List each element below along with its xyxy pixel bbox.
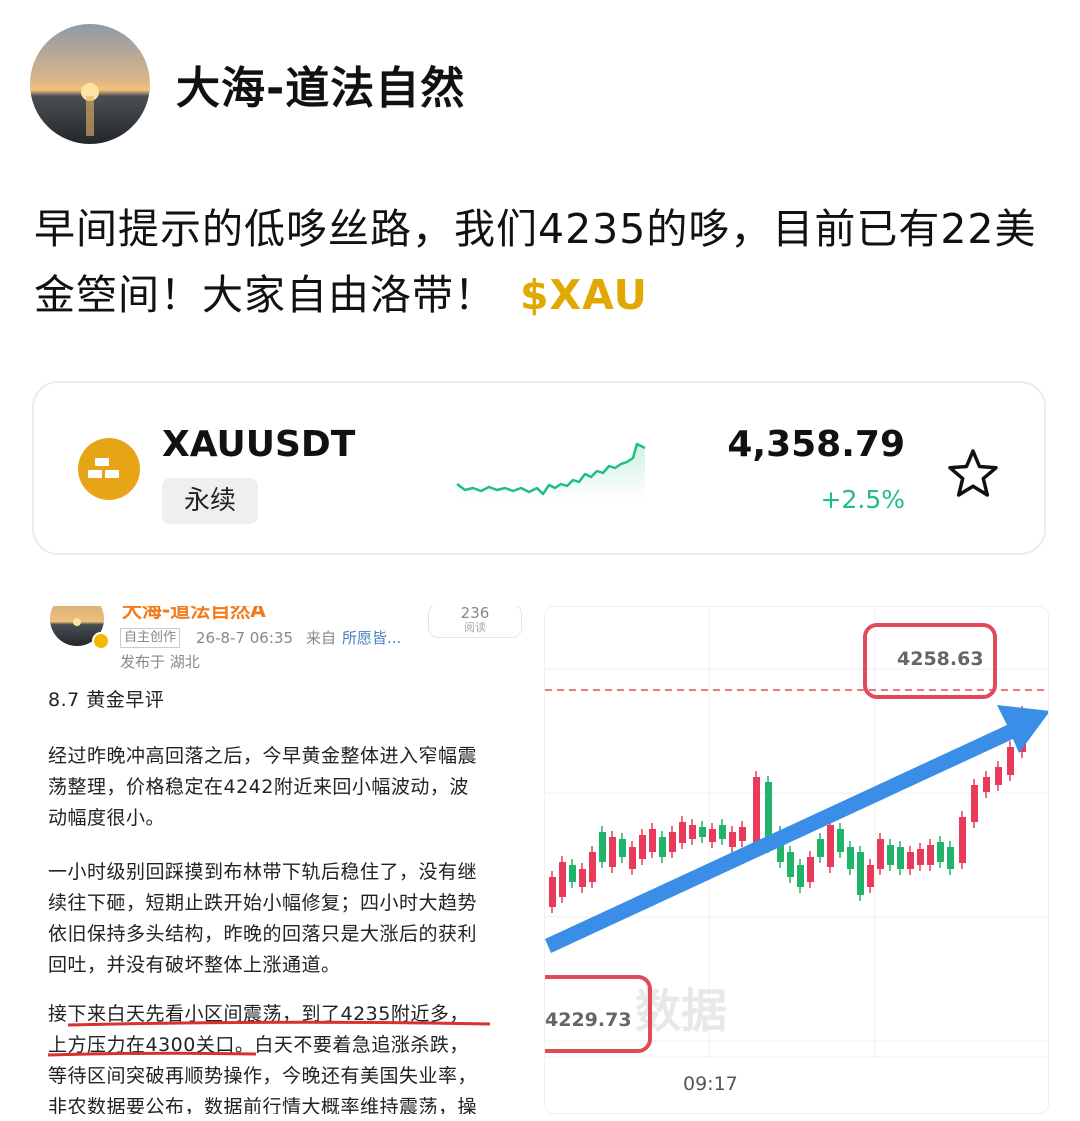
candle-body (579, 869, 586, 887)
candle-body (983, 777, 990, 792)
candle-body (739, 827, 746, 841)
candle-body (569, 865, 576, 882)
candle-body (971, 785, 978, 822)
candle-body (729, 832, 736, 847)
candle-body (589, 852, 596, 882)
candle-body (907, 852, 914, 869)
candle-body (927, 845, 934, 865)
candlestick-chart: 数据 (545, 607, 1048, 1058)
candle-body (847, 847, 854, 869)
candle-body (857, 852, 864, 895)
perpetual-badge: 永续 (162, 478, 258, 524)
candle-body (639, 835, 646, 859)
candle-body (699, 827, 706, 837)
candle-body (807, 857, 814, 882)
last-price: 4,358.79 (727, 424, 905, 465)
candle-body (709, 829, 716, 842)
candle-body (947, 847, 954, 869)
post-content: 早间提示的低哆丝路，我们4235的哆，目前已有22美金箜间！大家自由洛带！ $XA… (34, 196, 1054, 328)
candle-body (549, 877, 556, 907)
post-image-article[interactable]: 大海-道法自然A 236 阅读 自主创作 26-8-7 06:35 来自 所愿皆… (32, 606, 536, 1114)
candle-body (689, 825, 696, 839)
candle-body (659, 837, 666, 857)
candle-body (937, 842, 944, 862)
red-underline-marks (47, 1020, 491, 1057)
candle-body (897, 847, 904, 869)
candle-body (719, 825, 726, 839)
candle-body (887, 845, 894, 865)
candle-body (995, 767, 1002, 785)
candle-body (827, 825, 834, 867)
candle-body (629, 847, 636, 869)
candle-body (599, 832, 606, 862)
favorite-star-icon[interactable] (945, 446, 1001, 502)
candle-body (959, 817, 966, 863)
candle-body (753, 777, 760, 847)
price-change: +2.5% (820, 485, 905, 514)
candle-body (917, 849, 924, 865)
author-avatar[interactable] (30, 24, 150, 144)
ticker-symbol: XAUUSDT (162, 424, 356, 465)
high-price-label: 4258.63 (897, 648, 984, 670)
candle-body (1007, 747, 1014, 775)
xau-tag-link[interactable]: $XAU (520, 271, 648, 319)
candle-body (619, 839, 626, 857)
candle-body (649, 829, 656, 852)
time-axis-label: 09:17 (683, 1073, 738, 1095)
low-price-label: 4229.73 (545, 1009, 632, 1031)
candle-body (797, 865, 804, 887)
candle-body (609, 837, 616, 867)
candle-body (867, 865, 874, 887)
post-image-chart[interactable]: 数据 4258.63 4229.73 09:17 (544, 606, 1049, 1114)
gold-coin-icon (78, 438, 140, 500)
candle-body (679, 822, 686, 843)
candle-body (559, 862, 566, 897)
candle-body (877, 839, 884, 869)
author-name[interactable]: 大海-道法自然 (176, 52, 465, 116)
candle-body (817, 839, 824, 857)
candle-body (787, 852, 794, 877)
trend-arrow (545, 705, 1048, 953)
candle-body (837, 829, 844, 852)
candle-body (669, 832, 676, 852)
